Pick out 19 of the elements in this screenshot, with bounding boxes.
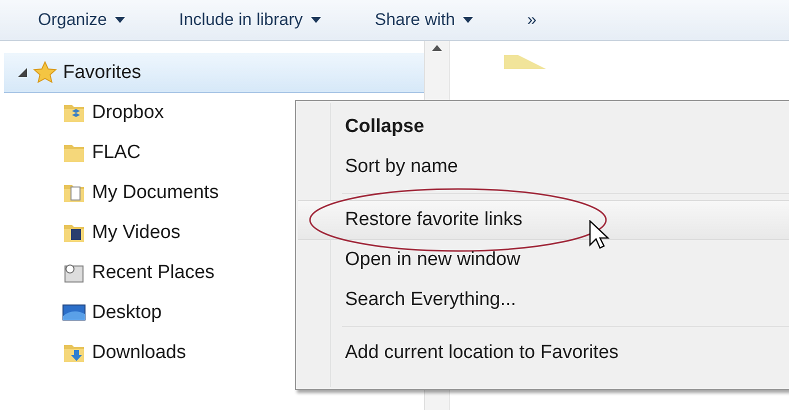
menu-item[interactable]: Search Everything... bbox=[298, 280, 789, 320]
scroll-up-arrow-icon[interactable] bbox=[432, 45, 442, 51]
expanded-arrow-icon[interactable] bbox=[18, 68, 27, 77]
tree-item[interactable]: Favorites bbox=[4, 53, 424, 93]
menu-item[interactable]: Collapse bbox=[298, 107, 789, 147]
caret-icon bbox=[114, 17, 125, 23]
toolbar-menu-button[interactable]: Organize bbox=[30, 6, 133, 34]
menu-item[interactable]: Sort by name bbox=[298, 147, 789, 187]
menu-item[interactable]: Open in new window bbox=[298, 240, 789, 280]
caret-icon bbox=[310, 17, 321, 23]
mouse-cursor-icon bbox=[589, 220, 611, 252]
toolbar-menu-button[interactable]: Include in library bbox=[170, 6, 329, 34]
star-icon bbox=[33, 60, 57, 84]
caret-icon bbox=[463, 17, 474, 23]
menu-item[interactable]: Add current location to Favorites bbox=[298, 333, 789, 373]
toolbar-menu-button[interactable]: Share with bbox=[366, 6, 482, 34]
menu-item[interactable]: Restore favorite links bbox=[298, 200, 789, 240]
folder-icon bbox=[504, 55, 546, 69]
more-button[interactable]: » bbox=[519, 6, 545, 34]
